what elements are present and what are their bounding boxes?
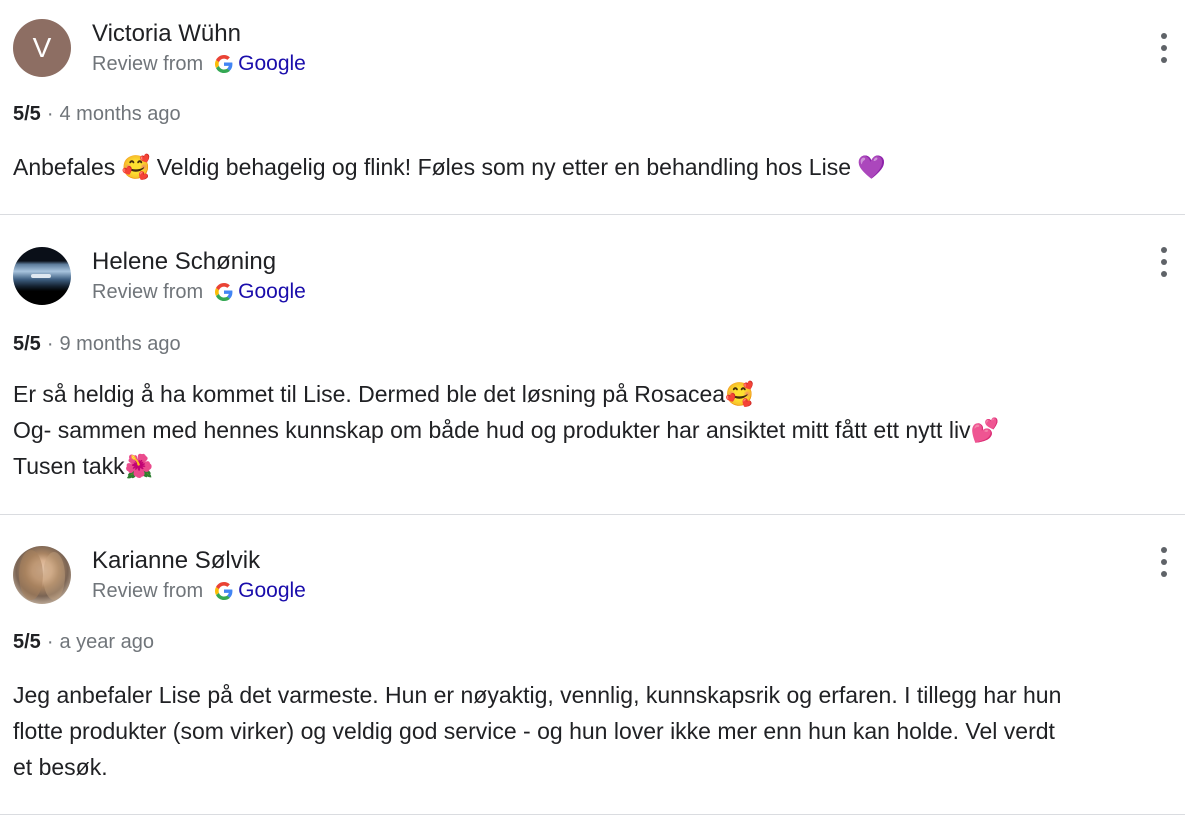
review-card: Karianne Sølvik Review from Google 5/5 · a… (0, 515, 1185, 815)
review-text: Er så heldig å ha kommet til Lise. Derme… (13, 376, 1173, 484)
review-meta: 5/5 · a year ago (13, 629, 154, 655)
review-source: Review from Google (92, 51, 306, 77)
avatar[interactable] (13, 247, 71, 305)
review-header: Karianne Sølvik Review from Google (13, 546, 306, 604)
more-vert-icon[interactable] (1159, 547, 1169, 577)
review-source-label: Review from (92, 52, 204, 75)
reviewer-name[interactable]: Helene Schøning (92, 248, 306, 276)
review-meta: 5/5 · 4 months ago (13, 101, 181, 127)
dot (1161, 271, 1167, 277)
dot (1161, 547, 1167, 553)
rating-score: 5/5 (13, 333, 41, 355)
dot (1161, 559, 1167, 565)
avatar[interactable]: V (13, 19, 71, 77)
review-text-line: Tusen takk🌺 (13, 453, 154, 479)
more-vert-icon[interactable] (1159, 33, 1169, 63)
review-meta: 5/5 · 9 months ago (13, 331, 181, 357)
dot (1161, 45, 1167, 51)
review-source: Review from Google (92, 279, 306, 305)
dot (1161, 571, 1167, 577)
review-time: a year ago (59, 631, 154, 653)
dot (1161, 33, 1167, 39)
review-text-line: et besøk. (13, 754, 108, 780)
google-source-link[interactable]: Google (238, 51, 306, 77)
more-vert-icon[interactable] (1159, 247, 1169, 277)
review-text-line: flotte produkter (som virker) og veldig … (13, 718, 1055, 744)
avatar[interactable] (13, 546, 71, 604)
google-source-link[interactable]: Google (238, 279, 306, 305)
review-source: Review from Google (92, 578, 306, 604)
reviewer-name[interactable]: Karianne Sølvik (92, 547, 306, 575)
google-g-icon (215, 282, 233, 301)
review-list: V Victoria Wühn Review from Google 5/5 · 4… (0, 0, 1200, 815)
dot (1161, 259, 1167, 265)
review-text-line: Jeg anbefaler Lise på det varmeste. Hun … (13, 682, 1062, 708)
dot (1161, 57, 1167, 63)
review-text-line: Og- sammen med hennes kunnskap om både h… (13, 417, 1000, 443)
dot (1161, 247, 1167, 253)
reviewer-identity: Karianne Sølvik Review from Google (92, 547, 306, 604)
review-text-line: Er så heldig å ha kommet til Lise. Derme… (13, 381, 754, 407)
reviewer-identity: Helene Schøning Review from Google (92, 248, 306, 305)
google-source-link[interactable]: Google (238, 578, 306, 604)
meta-separator: · (46, 103, 54, 125)
meta-separator: · (46, 631, 54, 653)
review-time: 9 months ago (59, 333, 181, 355)
review-card: V Victoria Wühn Review from Google 5/5 · 4… (0, 0, 1185, 215)
google-g-icon (215, 54, 233, 73)
review-text-line: Anbefales 🥰 Veldig behagelig og flink! F… (13, 154, 887, 180)
review-time: 4 months ago (59, 103, 181, 125)
rating-score: 5/5 (13, 631, 41, 653)
review-header: V Victoria Wühn Review from Google (13, 19, 306, 77)
review-source-label: Review from (92, 280, 204, 303)
reviewer-name[interactable]: Victoria Wühn (92, 20, 306, 48)
review-header: Helene Schøning Review from Google (13, 247, 306, 305)
avatar-letter: V (32, 32, 52, 63)
review-card: Helene Schøning Review from Google 5/5 · 9… (0, 215, 1185, 515)
google-g-icon (215, 581, 233, 600)
review-source-label: Review from (92, 579, 204, 602)
reviewer-identity: Victoria Wühn Review from Google (92, 20, 306, 77)
meta-separator: · (46, 333, 54, 355)
rating-score: 5/5 (13, 103, 41, 125)
review-text: Jeg anbefaler Lise på det varmeste. Hun … (13, 677, 1173, 785)
review-text: Anbefales 🥰 Veldig behagelig og flink! F… (13, 149, 1173, 185)
